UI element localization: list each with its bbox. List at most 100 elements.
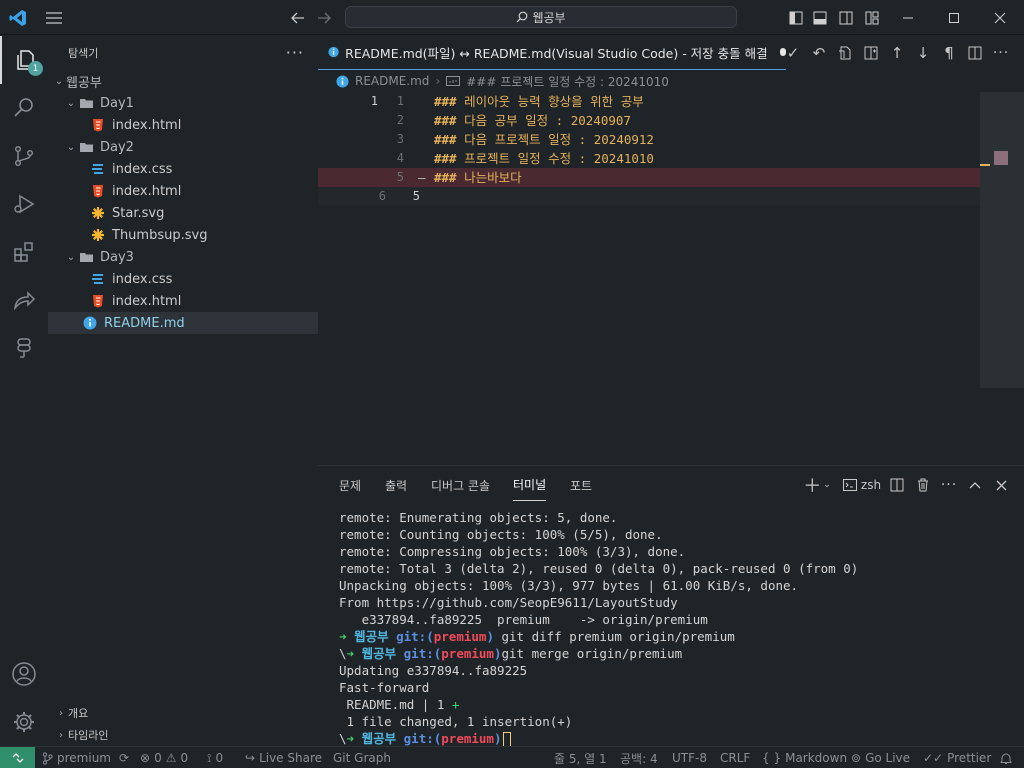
indentation[interactable]: 공백: 4: [620, 747, 658, 768]
new-terminal-plus-icon[interactable]: ＋ ⌄: [802, 466, 832, 504]
tab-ports[interactable]: 포트: [570, 466, 592, 504]
settings-gear-icon[interactable]: [0, 698, 48, 746]
git-graph-status[interactable]: Git Graph: [333, 747, 391, 768]
revert-icon[interactable]: ↶: [806, 35, 832, 70]
tree-folder-day2[interactable]: ⌄ Day2: [48, 136, 318, 158]
live-share-icon[interactable]: [0, 276, 48, 324]
maximize-icon[interactable]: [942, 0, 966, 35]
toggle-primary-sidebar-icon[interactable]: [786, 0, 806, 35]
terminal-output[interactable]: remote: Enumerating objects: 5, done. re…: [339, 509, 1019, 747]
tree-file-day3-index-css[interactable]: index.css: [48, 268, 318, 290]
code-line[interactable]: 2 ### 다음 공부 일정 : 20240907: [318, 111, 994, 130]
breadcrumb-file[interactable]: README.md: [355, 74, 429, 88]
info-file-icon: [82, 315, 98, 331]
minimize-icon[interactable]: [896, 0, 920, 35]
search-icon[interactable]: [0, 84, 48, 132]
minimap[interactable]: [980, 92, 1024, 388]
source-control-icon[interactable]: [0, 132, 48, 180]
line-ending[interactable]: CRLF: [720, 747, 750, 768]
toggle-secondary-sidebar-icon[interactable]: [836, 0, 856, 35]
toggle-panel-icon[interactable]: [810, 0, 830, 35]
close-window-icon[interactable]: [988, 0, 1012, 35]
remote-indicator-icon[interactable]: [0, 747, 35, 768]
code-text: ### 프로젝트 일정 수정 : 20241010: [434, 149, 654, 168]
branch-indicator[interactable]: premium ⟳: [42, 747, 129, 768]
tree-file-day1-index-html[interactable]: index.html: [48, 114, 318, 136]
tree-item-label: index.html: [112, 293, 182, 309]
prompt-arrow-icon: ➜: [339, 629, 347, 644]
more-actions-icon[interactable]: ···: [938, 466, 960, 504]
tab-terminal[interactable]: 터미널: [513, 469, 547, 501]
tree-file-day2-index-css[interactable]: index.css: [48, 158, 318, 180]
terminal-line: Unpacking objects: 100% (3/3), 977 bytes…: [339, 578, 799, 593]
svg-file-icon: [90, 205, 106, 221]
next-change-icon[interactable]: ↓: [910, 35, 936, 70]
go-live-button[interactable]: ⊚ Go Live: [851, 747, 910, 768]
timeline-section[interactable]: › 타임라인: [48, 724, 318, 746]
forward-arrow-icon[interactable]: [314, 0, 334, 35]
code-area[interactable]: 1 1 ### 레이아웃 능력 향상을 위한 공부 2 ### 다음 공부 일정…: [318, 92, 1024, 465]
code-line-conflict[interactable]: 5 — ### 나는바보다: [318, 168, 994, 187]
explorer-icon[interactable]: 1: [0, 36, 48, 84]
tree-file-day3-index-html[interactable]: index.html: [48, 290, 318, 312]
account-icon[interactable]: [0, 650, 48, 698]
terminal-shell-selector[interactable]: zsh: [842, 466, 882, 504]
tree-file-day2-index-html[interactable]: index.html: [48, 180, 318, 202]
tab-debug-console[interactable]: 디버그 콘솔: [431, 466, 490, 504]
code-line[interactable]: 3 ### 다음 프로젝트 일정 : 20240912: [318, 130, 994, 149]
accept-checkmark-icon[interactable]: ✓: [780, 35, 806, 70]
run-debug-icon[interactable]: [0, 180, 48, 228]
encoding[interactable]: UTF-8: [672, 747, 707, 768]
prompt-git-label: git:(: [396, 629, 434, 644]
line-number-right: 5: [396, 170, 404, 184]
go-live-label: Go Live: [865, 751, 911, 765]
cursor-position[interactable]: 줄 5, 열 1: [554, 747, 607, 768]
open-file-icon[interactable]: [832, 35, 858, 70]
sync-icon[interactable]: ⟳: [119, 751, 129, 765]
css-file-icon: [90, 271, 106, 287]
customize-layout-icon[interactable]: [862, 0, 882, 35]
tree-item-label: Day1: [100, 95, 134, 111]
code-line-current[interactable]: 5 6: [318, 187, 994, 206]
git-graph-icon[interactable]: [0, 324, 48, 372]
tab-output[interactable]: 출력: [385, 466, 407, 504]
line-number-right: 4: [396, 151, 404, 165]
tree-file-day2-thumbsup-svg[interactable]: Thumbsup.svg: [48, 224, 318, 246]
split-editor-icon[interactable]: [962, 35, 988, 70]
prettier-status[interactable]: ✓✓ Prettier: [923, 747, 991, 768]
code-line[interactable]: 4 ### 프로젝트 일정 수정 : 20241010: [318, 149, 994, 168]
more-actions-icon[interactable]: ···: [988, 35, 1014, 70]
merge-conflict-tab[interactable]: README.md(파일) ↔ README.md(Visual Studio …: [318, 35, 786, 70]
language-mode[interactable]: { } Markdown: [762, 747, 847, 768]
breadcrumb-symbol[interactable]: ### 프로젝트 일정 수정 : 20241010: [466, 73, 669, 90]
menu-icon[interactable]: [42, 0, 66, 35]
outline-section[interactable]: › 개요: [48, 702, 318, 724]
code-text: ### 나는바보다: [434, 168, 522, 187]
tree-file-day2-star-svg[interactable]: Star.svg: [48, 202, 318, 224]
explorer-more-actions-icon[interactable]: ···: [286, 35, 304, 70]
back-arrow-icon[interactable]: [288, 0, 308, 35]
tree-folder-day1[interactable]: ⌄ Day1: [48, 92, 318, 114]
open-changes-icon[interactable]: [858, 35, 884, 70]
extensions-icon[interactable]: [0, 228, 48, 276]
language-label: Markdown: [785, 751, 848, 765]
trash-icon[interactable]: [912, 466, 934, 504]
previous-change-icon[interactable]: ↑: [884, 35, 910, 70]
tree-file-readme-md[interactable]: README.md: [48, 312, 318, 334]
maximize-panel-icon[interactable]: [964, 466, 986, 504]
tab-problems[interactable]: 문제: [339, 466, 361, 504]
workspace-root[interactable]: ⌄ 웹공부: [48, 70, 318, 92]
terminal-line: e337894..fa89225 premium -> origin/premi…: [339, 612, 708, 627]
problems-indicator[interactable]: ⊗ 0 ⚠ 0: [140, 747, 188, 768]
close-panel-icon[interactable]: [990, 466, 1012, 504]
tree-folder-day3[interactable]: ⌄ Day3: [48, 246, 318, 268]
prompt-git-close: ): [486, 629, 494, 644]
split-terminal-icon[interactable]: [886, 466, 908, 504]
ports-indicator[interactable]: ⟟ 0: [207, 747, 223, 768]
chevron-down-icon: ⌄: [54, 75, 64, 87]
notifications-bell-icon[interactable]: [1000, 747, 1012, 768]
toggle-whitespace-icon[interactable]: ¶: [936, 35, 962, 70]
code-line[interactable]: 1 1 ### 레이아웃 능력 향상을 위한 공부: [318, 92, 994, 111]
live-share-status[interactable]: ↪ Live Share: [245, 747, 322, 768]
command-center-search[interactable]: 웹공부: [345, 6, 737, 28]
